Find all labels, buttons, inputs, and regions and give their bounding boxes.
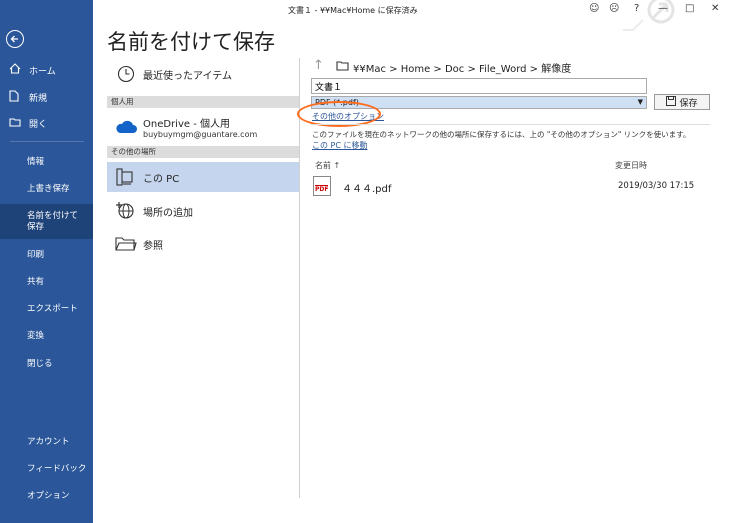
up-folder-icon[interactable]: ↑ — [313, 58, 324, 73]
minimize-icon[interactable]: — — [658, 3, 668, 14]
cloud-icon — [113, 120, 139, 134]
breadcrumb[interactable]: ¥¥Mac > Home > Doc > File_Word > 解像度 — [336, 60, 571, 75]
location-this-pc-label: この PC — [143, 173, 180, 185]
folder-icon — [113, 236, 139, 252]
computer-icon — [113, 168, 139, 186]
section-personal: 個人用 — [107, 96, 299, 108]
nav-options[interactable]: オプション — [0, 491, 93, 502]
column-header-name[interactable]: 名前 ↑ — [315, 160, 340, 171]
backstage-sidebar: ホーム 新規 開く 情報 上書き保存 名前を付けて保存 印刷 共有 エクスポート… — [0, 0, 93, 523]
nav-home[interactable]: ホーム — [0, 63, 93, 77]
network-info-text: このファイルを現在のネットワークの他の場所に保存するには、上の "その他のオプシ… — [312, 130, 691, 139]
move-to-pc-link[interactable]: この PC に移動 — [312, 140, 368, 151]
globe-plus-icon — [113, 201, 139, 221]
nav-info[interactable]: 情報 — [0, 157, 93, 168]
close-icon[interactable]: ✕ — [711, 3, 719, 14]
open-folder-icon — [9, 117, 23, 130]
frown-icon[interactable]: ☹ — [609, 3, 619, 14]
title-bar: 文書１ - ¥¥Mac¥Home に保存済み ☺ ☹ ? — □ ✕ — [93, 0, 730, 31]
nav-home-label: ホーム — [29, 66, 56, 77]
nav-print[interactable]: 印刷 — [0, 250, 93, 261]
nav-open[interactable]: 開く — [0, 117, 93, 130]
nav-new[interactable]: 新規 — [0, 90, 93, 105]
location-browse-label: 参照 — [143, 240, 163, 252]
new-document-icon — [9, 90, 23, 105]
location-add-place-label: 場所の追加 — [143, 207, 193, 219]
nav-close[interactable]: 閉じる — [0, 359, 93, 370]
location-browse[interactable]: 参照 — [107, 229, 299, 259]
location-recent-label: 最近使ったアイテム — [143, 70, 232, 82]
onedrive-name: OneDrive - 個人用 — [143, 119, 230, 130]
nav-new-label: 新規 — [29, 94, 48, 104]
nav-export[interactable]: エクスポート — [0, 304, 93, 315]
nav-save[interactable]: 上書き保存 — [0, 184, 93, 195]
nav-account[interactable]: アカウント — [0, 437, 93, 448]
filename-input[interactable] — [311, 78, 647, 94]
pdf-icon-label: PDF — [315, 185, 329, 193]
nav-share[interactable]: 共有 — [0, 277, 93, 288]
back-arrow-icon[interactable] — [6, 30, 24, 48]
onedrive-text: OneDrive - 個人用 buybuymgm@guantare.com — [143, 115, 257, 139]
options-separator — [311, 124, 710, 125]
location-add-place[interactable]: 場所の追加 — [107, 196, 299, 226]
smile-icon[interactable]: ☺ — [589, 3, 599, 14]
dropdown-arrow-icon: ▼ — [637, 98, 643, 106]
location-onedrive[interactable]: OneDrive - 個人用 buybuymgm@guantare.com — [107, 112, 299, 142]
nav-save-as[interactable]: 名前を付けて保存 — [0, 204, 93, 239]
nav-transform[interactable]: 変換 — [0, 331, 93, 342]
location-recent[interactable]: 最近使ったアイテム — [107, 59, 299, 89]
column-header-modified[interactable]: 変更日時 — [615, 160, 647, 171]
maximize-icon[interactable]: □ — [685, 3, 694, 14]
save-button[interactable]: 保存 — [654, 94, 710, 110]
nav-save-as-label: 名前を付けて保存 — [27, 211, 79, 232]
section-other: その他の場所 — [107, 146, 299, 158]
onedrive-email: buybuymgm@guantare.com — [143, 130, 258, 139]
nav-open-label: 開く — [29, 120, 48, 130]
pdf-file-icon: PDF — [313, 176, 331, 196]
breadcrumb-path: ¥¥Mac > Home > Doc > File_Word > 解像度 — [353, 64, 572, 75]
save-button-label: 保存 — [679, 98, 698, 109]
page-title: 名前を付けて保存 — [107, 30, 275, 54]
path-folder-icon — [336, 61, 349, 74]
save-icon — [666, 95, 677, 109]
nav-feedback[interactable]: フィードバック — [0, 464, 93, 475]
help-icon[interactable]: ? — [634, 3, 639, 14]
window-title: 文書１ - ¥¥Mac¥Home に保存済み — [288, 6, 418, 15]
file-name: ４４４.pdf — [342, 184, 392, 195]
file-modified: 2019/03/30 17:15 — [618, 181, 695, 191]
file-row[interactable]: PDF ４４４.pdf 2019/03/30 17:15 — [313, 174, 710, 198]
location-this-pc[interactable]: この PC — [107, 162, 299, 192]
sidebar-divider — [10, 141, 84, 142]
home-icon — [9, 63, 23, 77]
clock-icon — [113, 65, 139, 83]
pane-separator — [299, 58, 300, 498]
